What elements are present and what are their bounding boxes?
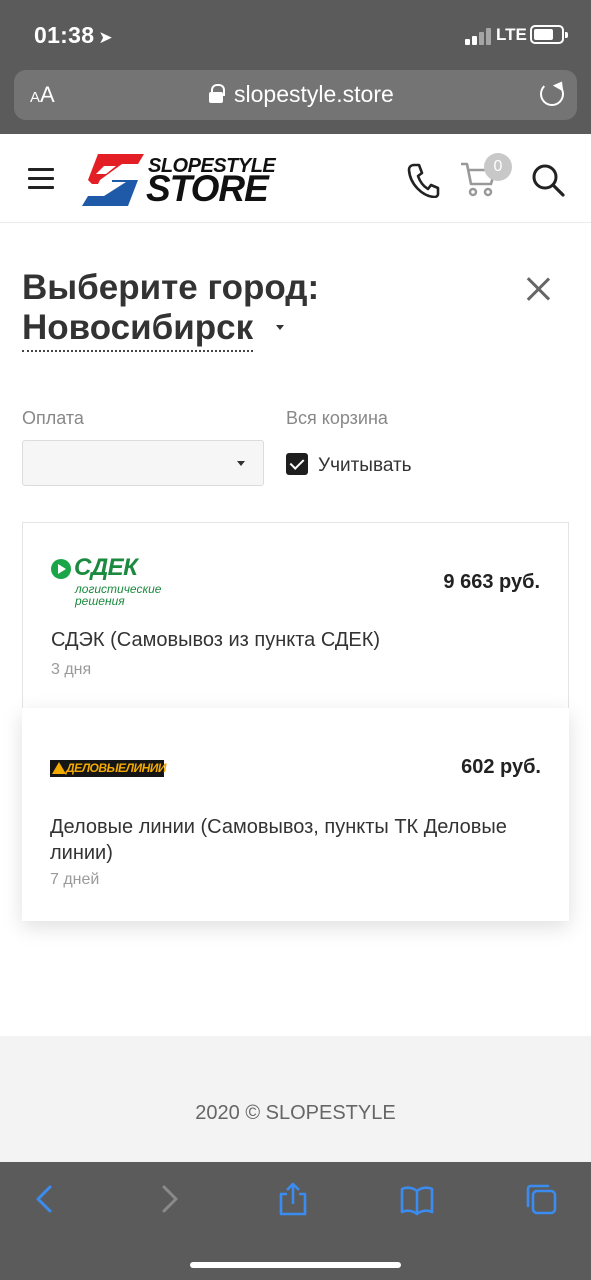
cdek-logo-subtitle: логистические решения (75, 582, 162, 608)
bookmarks-icon[interactable] (400, 1182, 434, 1216)
delivery-days: 7 дней (50, 871, 100, 888)
tabs-icon[interactable] (524, 1182, 558, 1216)
text-size-button[interactable]: AA (30, 82, 55, 108)
payment-select[interactable] (22, 440, 264, 486)
url-text[interactable]: slopestyle.store (234, 81, 394, 108)
close-icon[interactable] (526, 277, 550, 301)
cart-label: Вся корзина (286, 408, 388, 428)
delivery-price: 602 руб. (461, 756, 541, 778)
location-arrow-icon: ➤ (98, 28, 113, 47)
modal-title: Выберите город: (22, 268, 320, 307)
delivery-days: 3 дня (51, 661, 92, 678)
cdek-logo-word: СДЕК (74, 554, 138, 581)
forward-icon[interactable] (152, 1182, 186, 1216)
logo-line2: STORE (146, 168, 269, 209)
dellin-logo-icon (52, 762, 66, 774)
delivery-price: 9 663 руб. (443, 571, 540, 593)
logo-mark-icon (82, 154, 144, 206)
delivery-option-card[interactable]: ДЕЛОВЫЕЛИНИИ 602 руб. Деловые линии (Сам… (22, 708, 569, 921)
delivery-option-card[interactable]: СДЕК логистические решения 9 663 руб. СДЭ… (22, 522, 569, 708)
site-footer: 2020 © SLOPESTYLE (0, 1036, 591, 1162)
lock-icon (209, 84, 225, 104)
battery-icon (530, 25, 568, 44)
menu-icon[interactable] (28, 168, 54, 190)
cellular-signal-icon (465, 27, 493, 45)
copyright: 2020 © SLOPESTYLE (195, 1102, 396, 1124)
reload-icon[interactable] (540, 82, 564, 106)
store-logo[interactable]: SLOPESTYLE STORE (82, 154, 307, 209)
dellin-logo-word: ДЕЛОВЫЕЛИНИИ (66, 761, 167, 775)
city-selector[interactable]: Новосибирск (22, 308, 254, 352)
dellin-logo: ДЕЛОВЫЕЛИНИИ (50, 760, 167, 777)
cdek-logo: СДЕК логистические решения (51, 554, 171, 608)
chevron-down-icon[interactable] (276, 325, 284, 330)
phone-icon[interactable] (406, 162, 440, 198)
status-time: 01:38 ➤ (34, 22, 113, 48)
cart-checkbox[interactable] (286, 453, 308, 475)
back-icon[interactable] (28, 1182, 62, 1216)
network-type: LTE (496, 25, 527, 44)
delivery-service-name: СДЭК (Самовывоз из пункта СДЕК) (51, 629, 381, 651)
cdek-logo-icon (51, 559, 71, 579)
home-indicator (190, 1262, 401, 1268)
address-bar[interactable]: AA slopestyle.store (14, 70, 577, 120)
delivery-service-name: Деловые линии (Самовывоз, пункты ТК Дело… (50, 816, 507, 864)
cart-checkbox-label[interactable]: Учитывать (318, 455, 412, 477)
chevron-down-icon (237, 461, 245, 466)
cart-count-badge[interactable]: 0 (484, 153, 512, 181)
share-icon[interactable] (276, 1182, 310, 1216)
search-icon[interactable] (530, 162, 566, 198)
status-bar: 01:38 ➤ LTE AA slopestyle.store (0, 0, 591, 134)
payment-label: Оплата (22, 408, 84, 428)
